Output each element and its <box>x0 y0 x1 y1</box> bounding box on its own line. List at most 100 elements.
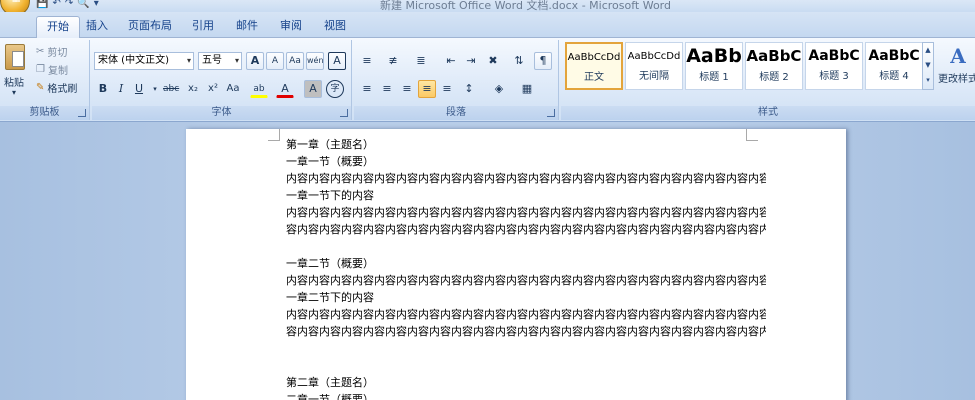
chevron-down-icon: ▾ <box>234 56 239 65</box>
scissors-icon: ✂ <box>36 46 45 57</box>
decrease-indent-icon[interactable]: ⇤ <box>442 52 460 70</box>
style-sample: AaBbCcDd <box>627 51 681 62</box>
font-name-select[interactable]: 宋体 (中文正文) ▾ <box>94 52 194 70</box>
enclose-char-button[interactable]: 字 <box>326 80 344 98</box>
style-tile-normal[interactable]: AaBbCcDd 正文 <box>565 42 623 90</box>
qat-customize-icon[interactable]: ▾ <box>94 0 99 10</box>
save-icon[interactable]: 💾 <box>36 0 48 10</box>
justify-icon[interactable]: ≡ <box>418 80 436 98</box>
font-group-label: 字体 <box>92 106 351 120</box>
doc-line: 第一章（主题名） <box>286 138 374 151</box>
char-border-button[interactable]: A <box>328 52 346 70</box>
align-left-icon[interactable]: ≡ <box>358 80 376 98</box>
paste-label: 粘贴 <box>4 78 24 89</box>
cut-button[interactable]: ✂ 剪切 <box>36 44 67 59</box>
font-size-select[interactable]: 五号 ▾ <box>198 52 242 70</box>
document-body[interactable]: 第一章（主题名） 一章一节（概要） 内容内容内容内容内容内容内容内容内容内容内容… <box>286 136 766 400</box>
clipboard-launcher-icon[interactable] <box>78 109 86 117</box>
increase-indent-icon[interactable]: ⇥ <box>462 52 480 70</box>
style-name: 标题 4 <box>879 71 909 82</box>
highlight-button[interactable]: ab <box>250 80 268 98</box>
doc-line: 二章一节（概要） <box>286 393 374 400</box>
tab-page-layout[interactable]: 页面布局 <box>118 16 182 38</box>
change-case-button[interactable]: Aa <box>224 80 242 98</box>
shrink-font-button[interactable]: A <box>266 52 284 70</box>
paste-icon <box>5 44 25 70</box>
line-spacing-icon[interactable]: ↕ <box>460 80 478 98</box>
style-name: 标题 2 <box>759 72 789 83</box>
redo-icon[interactable]: ↷ <box>65 0 73 10</box>
clear-format-button[interactable]: Aa <box>286 52 304 70</box>
style-sample: AaBbC <box>808 48 860 64</box>
chinese-layout-icon[interactable]: ✖ <box>484 52 502 70</box>
multilevel-list-icon[interactable]: ≣ <box>412 52 430 70</box>
undo-icon[interactable]: ↶ <box>52 0 60 10</box>
align-center-icon[interactable]: ≡ <box>378 80 396 98</box>
align-right-icon[interactable]: ≡ <box>398 80 416 98</box>
doc-line: 容内容内容内容内容内容内容内容内容内容内容内容内容内容内容内容内容内容内容内容内… <box>286 325 766 338</box>
subscript-icon: x₂ <box>188 83 198 94</box>
gallery-more-icon[interactable]: ▾ <box>923 73 933 88</box>
shrink-font-icon: A <box>271 56 279 66</box>
copy-icon: ❐ <box>36 64 45 75</box>
gallery-down-icon[interactable]: ▼ <box>923 58 933 73</box>
change-styles-button[interactable]: A 更改样式 <box>938 44 975 85</box>
cut-label: 剪切 <box>47 48 68 59</box>
style-tile-heading-4[interactable]: AaBbC 标题 4 <box>865 42 923 90</box>
char-shading-button[interactable]: A <box>304 80 322 98</box>
tab-insert[interactable]: 插入 <box>76 16 118 38</box>
doc-line: 一章二节下的内容 <box>286 291 374 304</box>
subscript-button[interactable]: x₂ <box>184 80 202 98</box>
copy-button[interactable]: ❐ 复制 <box>36 62 68 77</box>
change-case-icon: Aa <box>226 83 240 94</box>
show-marks-icon[interactable]: ¶ <box>534 52 552 70</box>
tab-view[interactable]: 视图 <box>314 16 356 38</box>
chevron-down-icon: ▾ <box>186 56 191 65</box>
style-tile-heading-3[interactable]: AaBbC 标题 3 <box>805 42 863 90</box>
style-name: 无间隔 <box>639 71 669 82</box>
paste-button[interactable]: 粘贴 ▾ <box>0 40 32 102</box>
grow-font-icon: A <box>250 54 260 67</box>
style-tile-heading-1[interactable]: AaBb 标题 1 <box>685 42 743 90</box>
doc-line: 一章一节下的内容 <box>286 189 374 202</box>
format-painter-button[interactable]: ✎ 格式刷 <box>36 80 77 95</box>
font-name-value: 宋体 (中文正文) <box>98 55 169 66</box>
enclose-char-icon: 字 <box>330 84 340 94</box>
font-color-icon: A <box>281 82 289 95</box>
distributed-icon[interactable]: ≡ <box>438 80 456 98</box>
char-border-icon: A <box>333 54 341 67</box>
document-page[interactable]: 第一章（主题名） 一章一节（概要） 内容内容内容内容内容内容内容内容内容内容内容… <box>186 129 846 400</box>
paragraph-launcher-icon[interactable] <box>547 109 555 117</box>
tab-references[interactable]: 引用 <box>182 16 224 38</box>
ribbon: 粘贴 ▾ ✂ 剪切 ❐ 复制 ✎ 格式刷 剪贴板 宋体 (中文正文) ▾ 五号 … <box>0 38 975 122</box>
strikethrough-button[interactable]: abc <box>162 80 180 98</box>
numbering-icon[interactable]: ≢ <box>384 52 402 70</box>
change-styles-icon: A <box>950 44 966 68</box>
superscript-button[interactable]: x² <box>204 80 222 98</box>
italic-button[interactable]: I <box>112 80 130 98</box>
style-tile-no-spacing[interactable]: AaBbCcDd 无间隔 <box>625 42 683 90</box>
shading-icon[interactable]: ◈ <box>490 80 508 98</box>
tab-mailings[interactable]: 邮件 <box>226 16 268 38</box>
font-color-button[interactable]: A <box>276 80 294 98</box>
gallery-up-icon[interactable]: ▲ <box>923 43 933 58</box>
tab-review[interactable]: 审阅 <box>270 16 312 38</box>
sort-icon[interactable]: ⇅ <box>510 52 528 70</box>
ribbon-tabs: 开始 插入 页面布局 引用 邮件 审阅 视图 <box>0 12 975 38</box>
tab-home[interactable]: 开始 <box>36 16 80 38</box>
superscript-icon: x² <box>208 83 218 94</box>
phonetic-guide-button[interactable]: wén <box>306 52 324 70</box>
gallery-scroll[interactable]: ▲ ▼ ▾ <box>922 42 934 90</box>
bold-button[interactable]: B <box>94 80 112 98</box>
office-logo-icon: ▦ <box>6 0 26 10</box>
font-launcher-icon[interactable] <box>340 109 348 117</box>
grow-font-button[interactable]: A <box>246 52 264 70</box>
borders-icon[interactable]: ▦ <box>518 80 536 98</box>
char-shading-icon: A <box>309 82 317 95</box>
styles-group-label: 样式 <box>561 106 975 120</box>
copy-label: 复制 <box>47 66 68 77</box>
bullets-icon[interactable]: ≡ <box>358 52 376 70</box>
style-tile-heading-2[interactable]: AaBbC 标题 2 <box>745 42 803 90</box>
document-area: 第一章（主题名） 一章一节（概要） 内容内容内容内容内容内容内容内容内容内容内容… <box>0 122 975 400</box>
print-preview-icon[interactable]: 🔍 <box>77 0 89 10</box>
